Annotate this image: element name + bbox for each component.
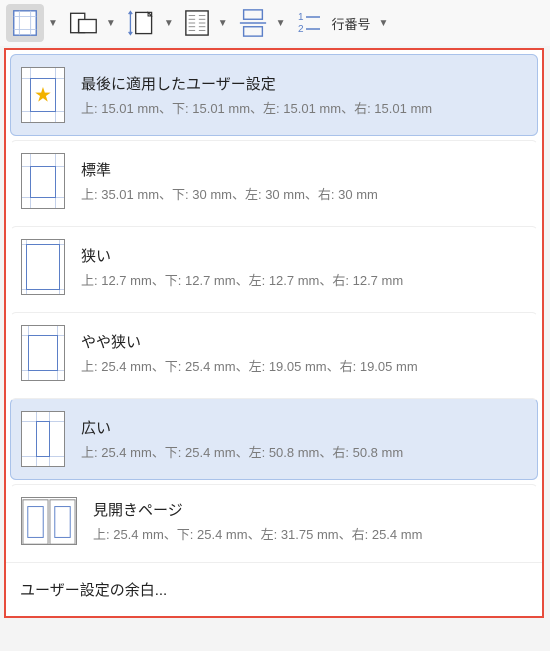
star-icon: ★	[34, 83, 52, 108]
margin-option-detail: 上: 15.01 mm、下: 15.01 mm、左: 15.01 mm、右: 1…	[81, 98, 527, 117]
breaks-button[interactable]	[234, 4, 272, 42]
margin-option-text: やや狭い 上: 25.4 mm、下: 25.4 mm、左: 19.05 mm、右…	[81, 331, 527, 375]
svg-text:1: 1	[298, 12, 304, 23]
custom-margins-item[interactable]: ユーザー設定の余白...	[6, 562, 542, 616]
orientation-icon	[68, 8, 98, 38]
margin-option[interactable]: 標準 上: 35.01 mm、下: 30 mm、左: 30 mm、右: 30 m…	[10, 140, 538, 222]
margin-option-text: 広い 上: 25.4 mm、下: 25.4 mm、左: 50.8 mm、右: 5…	[81, 417, 527, 461]
toolbar: ▼ ▼ ▼	[0, 0, 550, 46]
margins-icon	[10, 8, 40, 38]
size-icon	[126, 8, 156, 38]
margin-thumb	[21, 153, 65, 209]
margin-option-title: 最後に適用したユーザー設定	[81, 73, 527, 94]
line-numbers-label: 行番号	[328, 14, 375, 33]
margin-option[interactable]: 狭い 上: 12.7 mm、下: 12.7 mm、左: 12.7 mm、右: 1…	[10, 226, 538, 308]
margin-option-text: 見開きページ 上: 25.4 mm、下: 25.4 mm、左: 31.75 mm…	[93, 499, 527, 543]
margin-option[interactable]: やや狭い 上: 25.4 mm、下: 25.4 mm、左: 19.05 mm、右…	[10, 312, 538, 394]
margin-option[interactable]: 広い 上: 25.4 mm、下: 25.4 mm、左: 50.8 mm、右: 5…	[10, 398, 538, 480]
orientation-button-group[interactable]: ▼	[64, 4, 118, 42]
margin-thumb	[21, 325, 65, 381]
chevron-down-icon[interactable]: ▼	[104, 18, 118, 29]
margin-option[interactable]: 見開きページ 上: 25.4 mm、下: 25.4 mm、左: 31.75 mm…	[10, 484, 538, 558]
chevron-down-icon[interactable]: ▼	[216, 18, 230, 29]
margin-option-detail: 上: 12.7 mm、下: 12.7 mm、左: 12.7 mm、右: 12.7…	[81, 270, 527, 289]
margins-dropdown: ★ 最後に適用したユーザー設定 上: 15.01 mm、下: 15.01 mm、…	[4, 48, 544, 618]
line-numbers-button[interactable]: 1 2	[292, 5, 326, 41]
chevron-down-icon[interactable]: ▼	[46, 18, 60, 29]
margins-button[interactable]	[6, 4, 44, 42]
margin-option-text: 標準 上: 35.01 mm、下: 30 mm、左: 30 mm、右: 30 m…	[81, 159, 527, 203]
margin-thumb	[21, 239, 65, 295]
margin-option[interactable]: ★ 最後に適用したユーザー設定 上: 15.01 mm、下: 15.01 mm、…	[10, 54, 538, 136]
margin-option-text: 狭い 上: 12.7 mm、下: 12.7 mm、左: 12.7 mm、右: 1…	[81, 245, 527, 289]
margin-thumb-mirrored	[21, 497, 77, 545]
columns-button-group[interactable]: ▼	[180, 5, 230, 41]
margin-thumb	[21, 411, 65, 467]
margin-option-title: 標準	[81, 159, 527, 180]
breaks-icon	[238, 8, 268, 38]
columns-icon	[184, 9, 210, 37]
margins-button-group[interactable]: ▼	[6, 4, 60, 42]
margin-option-detail: 上: 25.4 mm、下: 25.4 mm、左: 31.75 mm、右: 25.…	[93, 524, 527, 543]
margin-option-detail: 上: 35.01 mm、下: 30 mm、左: 30 mm、右: 30 mm	[81, 184, 527, 203]
size-button[interactable]	[122, 4, 160, 42]
chevron-down-icon[interactable]: ▼	[274, 18, 288, 29]
margin-option-detail: 上: 25.4 mm、下: 25.4 mm、左: 50.8 mm、右: 50.8…	[81, 442, 527, 461]
svg-text:2: 2	[298, 24, 304, 35]
margin-option-title: やや狭い	[81, 331, 527, 352]
breaks-button-group[interactable]: ▼	[234, 4, 288, 42]
custom-margins-label: ユーザー設定の余白...	[20, 582, 167, 599]
line-numbers-icon: 1 2	[296, 9, 322, 37]
margin-option-detail: 上: 25.4 mm、下: 25.4 mm、左: 19.05 mm、右: 19.…	[81, 356, 527, 375]
chevron-down-icon[interactable]: ▼	[377, 18, 391, 29]
margin-option-text: 最後に適用したユーザー設定 上: 15.01 mm、下: 15.01 mm、左:…	[81, 73, 527, 117]
columns-button[interactable]	[180, 5, 214, 41]
chevron-down-icon[interactable]: ▼	[162, 18, 176, 29]
line-numbers-button-group[interactable]: 1 2 行番号 ▼	[292, 5, 391, 41]
margin-option-title: 見開きページ	[93, 499, 527, 520]
margin-option-title: 広い	[81, 417, 527, 438]
margin-option-title: 狭い	[81, 245, 527, 266]
margin-thumb: ★	[21, 67, 65, 123]
orientation-button[interactable]	[64, 4, 102, 42]
size-button-group[interactable]: ▼	[122, 4, 176, 42]
